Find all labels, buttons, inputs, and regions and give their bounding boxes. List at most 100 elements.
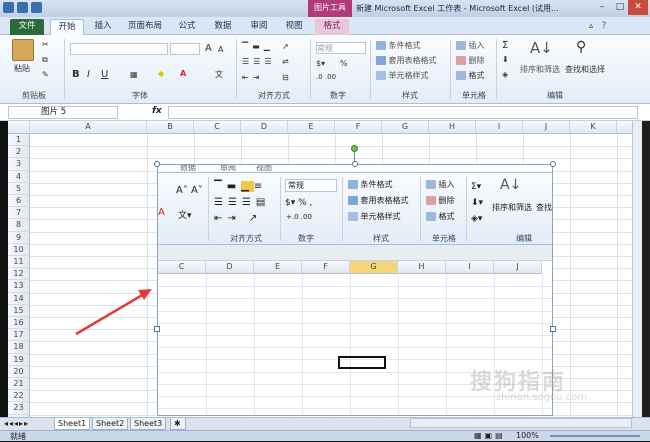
number-format-select[interactable]: 常规: [316, 42, 366, 54]
column-header[interactable]: E: [288, 121, 335, 134]
font-name-select[interactable]: [70, 43, 168, 55]
tab-home[interactable]: 开始: [50, 19, 84, 35]
zoom-slider[interactable]: [550, 435, 640, 437]
resize-handle[interactable]: [550, 326, 556, 332]
phonetic-icon[interactable]: 文: [215, 69, 223, 80]
tab-view[interactable]: 视图: [279, 19, 309, 35]
row-header[interactable]: 2: [8, 146, 30, 159]
shrink-font-button[interactable]: A: [218, 45, 223, 54]
sheet-tab[interactable]: Sheet3: [130, 418, 167, 430]
paste-button[interactable]: 粘贴: [14, 63, 30, 74]
grow-font-button[interactable]: A: [205, 43, 212, 54]
quick-access-toolbar[interactable]: [3, 2, 42, 13]
horizontal-scrollbar[interactable]: [410, 418, 632, 428]
insert-sheet-icon[interactable]: ✱: [170, 418, 186, 430]
ribbon-minimize-icon[interactable]: ▵: [585, 19, 597, 35]
help-icon[interactable]: ?: [598, 19, 610, 35]
selected-cell[interactable]: [338, 356, 386, 369]
select-all-corner[interactable]: [8, 121, 30, 134]
tab-format[interactable]: 格式: [315, 19, 349, 35]
tab-data[interactable]: 数据: [208, 19, 238, 35]
find-binoculars-icon[interactable]: ⚲: [576, 39, 586, 55]
row-header[interactable]: 23: [8, 402, 30, 415]
font-color-icon[interactable]: A: [180, 69, 186, 78]
vertical-align-icons[interactable]: ▔▬▁: [242, 42, 274, 51]
format-as-table-button[interactable]: 套用表格格式: [376, 55, 437, 66]
column-header[interactable]: H: [429, 121, 476, 134]
percent-button[interactable]: %: [340, 59, 348, 68]
conditional-format-button[interactable]: 条件格式: [376, 40, 421, 51]
row-header[interactable]: 10: [8, 243, 30, 256]
row-header[interactable]: 3: [8, 158, 30, 171]
indent-icons[interactable]: ⇤⇥: [242, 73, 263, 82]
column-header[interactable]: J: [523, 121, 570, 134]
merge-icon[interactable]: ⊟: [282, 73, 289, 82]
autosum-button[interactable]: Σ: [502, 40, 508, 51]
column-header[interactable]: G: [382, 121, 429, 134]
find-select-button[interactable]: 查找和选择: [565, 64, 605, 75]
column-header[interactable]: B: [147, 121, 194, 134]
currency-icon[interactable]: $▾: [316, 59, 325, 68]
insert-function-button[interactable]: fx: [152, 106, 162, 116]
sheet-nav-icons[interactable]: ◂◂◂▸▸: [4, 419, 29, 428]
column-header[interactable]: I: [476, 121, 523, 134]
italic-button[interactable]: I: [87, 69, 90, 80]
horizontal-align-icons[interactable]: ☰☰☰: [242, 57, 276, 66]
wrap-text-icon[interactable]: ⇌: [282, 57, 289, 66]
row-header[interactable]: 14: [8, 292, 30, 305]
view-buttons-icon[interactable]: ▦▣▤: [474, 431, 506, 440]
row-header[interactable]: 1: [8, 134, 30, 147]
fill-icon[interactable]: ⬇: [502, 55, 509, 64]
row-header[interactable]: 15: [8, 304, 30, 317]
column-header[interactable]: K: [570, 121, 617, 134]
row-header[interactable]: 6: [8, 195, 30, 208]
zoom-level[interactable]: 100%: [516, 431, 539, 440]
save-icon[interactable]: [17, 2, 28, 13]
resize-handle[interactable]: [154, 161, 160, 167]
row-header[interactable]: 16: [8, 317, 30, 330]
row-header[interactable]: 11: [8, 256, 30, 269]
font-size-select[interactable]: [170, 43, 200, 55]
tab-file[interactable]: 文件: [10, 19, 44, 35]
resize-handle[interactable]: [352, 161, 358, 167]
resize-handle[interactable]: [550, 161, 556, 167]
underline-button[interactable]: U: [101, 69, 108, 80]
insert-cells-button[interactable]: 插入: [456, 40, 485, 51]
sheet-tab[interactable]: Sheet2: [92, 418, 129, 430]
row-header[interactable]: 19: [8, 353, 30, 366]
vertical-scrollbar[interactable]: [632, 121, 642, 417]
clear-icon[interactable]: ◈: [502, 70, 508, 79]
close-button[interactable]: ✕: [628, 0, 648, 15]
name-box[interactable]: 图片 5: [8, 106, 118, 119]
row-header[interactable]: 7: [8, 207, 30, 220]
sheet-tab[interactable]: Sheet1: [54, 418, 91, 430]
cut-icon[interactable]: ✂: [42, 40, 49, 49]
row-header[interactable]: 18: [8, 341, 30, 354]
row-header[interactable]: 20: [8, 365, 30, 378]
column-header[interactable]: C: [194, 121, 241, 134]
row-header[interactable]: 22: [8, 390, 30, 403]
row-header[interactable]: 12: [8, 268, 30, 281]
orientation-icon[interactable]: ↗: [282, 42, 289, 51]
column-header[interactable]: [617, 121, 632, 134]
column-header[interactable]: F: [335, 121, 382, 134]
rotate-handle-icon[interactable]: [351, 145, 358, 152]
format-cells-button[interactable]: 格式: [456, 70, 485, 81]
border-icon[interactable]: ▦: [130, 70, 138, 79]
column-header[interactable]: A: [30, 121, 147, 134]
decimal-icons[interactable]: .0 .00: [316, 73, 336, 81]
maximize-button[interactable]: □: [610, 0, 630, 15]
bold-button[interactable]: B: [72, 69, 80, 80]
row-header[interactable]: 5: [8, 182, 30, 195]
copy-icon[interactable]: ⧉: [42, 55, 48, 65]
fill-color-icon[interactable]: ◆: [158, 69, 164, 78]
format-painter-icon[interactable]: ✎: [42, 70, 49, 79]
tab-formulas[interactable]: 公式: [172, 19, 202, 35]
tab-review[interactable]: 审阅: [244, 19, 274, 35]
paste-icon[interactable]: [12, 39, 34, 61]
tab-insert[interactable]: 插入: [88, 19, 118, 35]
undo-icon[interactable]: [31, 2, 42, 13]
row-header[interactable]: 9: [8, 231, 30, 244]
row-header[interactable]: 17: [8, 329, 30, 342]
tab-page-layout[interactable]: 页面布局: [124, 19, 166, 35]
